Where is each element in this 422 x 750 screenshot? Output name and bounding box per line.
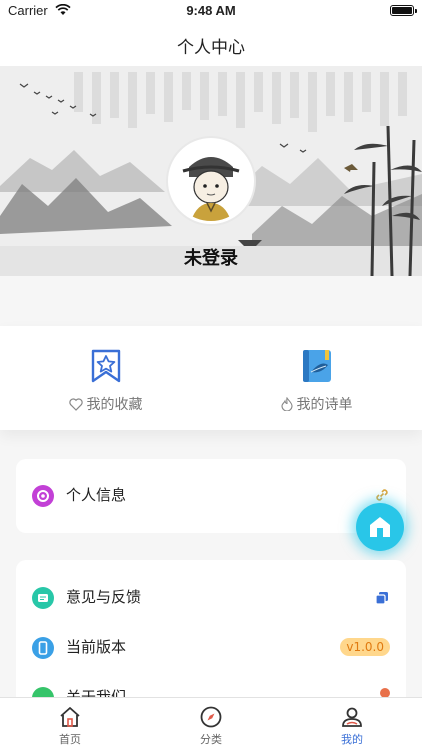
flame-icon [280,397,293,411]
version-row[interactable]: 当前版本 v1.0.0 [16,624,406,674]
favorites-card: 我的收藏 我的诗单 [0,326,422,430]
compass-icon [200,706,222,728]
poem-book-icon [303,350,331,382]
menu-card: 意见与反馈 当前版本 v1.0.0 关于我们 [16,560,406,710]
scholar-avatar-illustration [171,141,251,221]
tab-category-label: 分类 [200,733,222,746]
my-collection-label: 我的收藏 [86,397,143,413]
tab-mine-label: 我的 [341,733,363,746]
clock: 9:48 AM [186,3,236,18]
my-poem-list-button[interactable]: 我的诗单 [211,326,422,430]
tab-mine[interactable]: 我的 [282,698,422,750]
message-icon [32,587,54,609]
home-icon [60,707,80,727]
personal-info-row[interactable]: 个人信息 [16,471,406,521]
navigation-bar: 个人中心 [0,22,422,66]
page-title: 个人中心 [177,38,245,58]
tab-home-label: 首页 [59,733,81,746]
home-badge-icon [370,517,390,537]
status-bar: Carrier 9:48 AM [0,0,422,22]
personal-info-card: 个人信息 [16,459,406,533]
feedback-row[interactable]: 意见与反馈 [16,574,406,624]
bookmark-star-icon [91,349,121,383]
version-badge: v1.0.0 [340,638,390,656]
avatar[interactable] [168,138,254,224]
feedback-label: 意见与反馈 [66,588,142,606]
my-collection-button[interactable]: 我的收藏 [0,326,211,430]
version-label: 当前版本 [66,638,127,656]
tab-category[interactable]: 分类 [141,698,281,750]
link-icon [376,489,388,501]
settings-gear-icon [32,485,54,507]
user-icon [342,707,362,727]
my-poem-list-label: 我的诗单 [296,397,353,413]
phone-icon [32,637,54,659]
copy-icon [375,592,388,605]
personal-info-label: 个人信息 [66,486,127,504]
tab-bar: 首页 分类 我的 [0,697,422,750]
floating-home-button[interactable] [356,503,404,551]
heart-icon [68,398,83,411]
tab-home[interactable]: 首页 [0,698,140,750]
login-status-label[interactable]: 未登录 [0,244,422,270]
battery-icon [390,5,417,16]
